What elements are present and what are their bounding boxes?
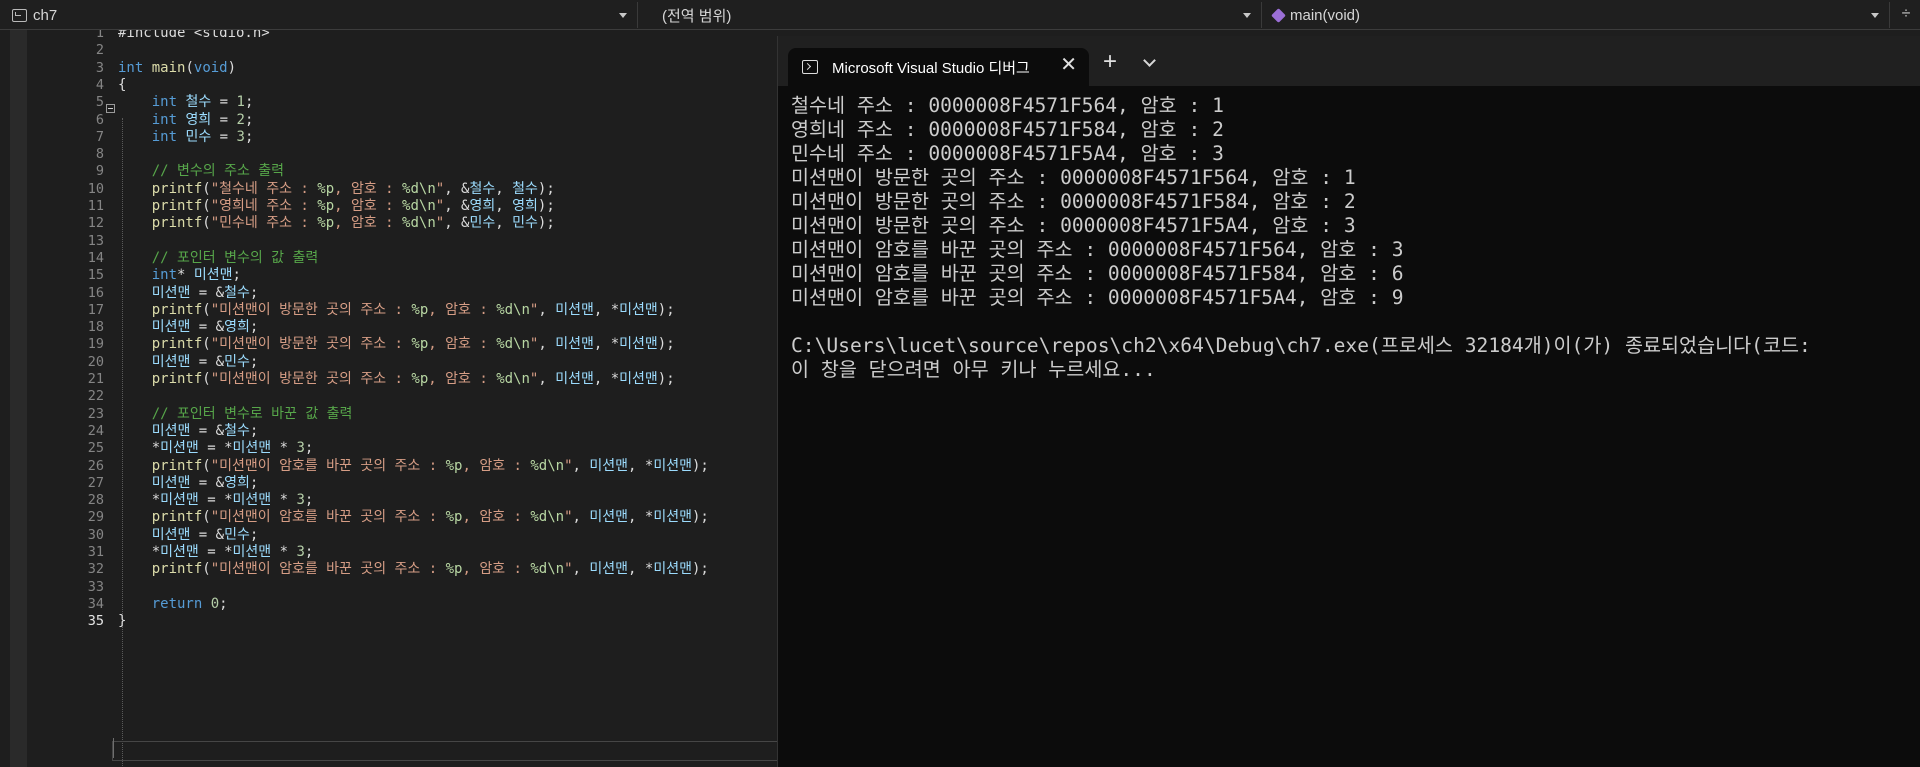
cube-icon [1271,7,1286,23]
terminal-icon [802,60,818,74]
console-line: C:\Users\lucet\source\repos\ch2\x64\Debu… [791,334,1811,357]
console-line: 미션맨이 암호를 바꾼 곳의 주소 : 0000008F4571F584, 암호… [791,262,1404,285]
new-tab-button[interactable]: + [1103,50,1117,74]
function-dropdown[interactable]: main(void) [1264,2,1890,28]
line-number: 35 [87,613,104,630]
project-icon [12,8,27,22]
debug-console-window[interactable]: Microsoft Visual Studio 디버그 ✕ + 철수네 주소 :… [777,36,1920,767]
code-editor[interactable]: 1 #include <stdio.h> 2 3 int main(void) 4{5 i… [0,30,790,767]
console-line: 철수네 주소 : 0000008F4571F564, 암호 : 1 [791,94,1224,117]
close-icon[interactable]: ✕ [1060,54,1077,76]
console-tab[interactable]: Microsoft Visual Studio 디버그 ✕ [788,48,1089,86]
console-line: 이 창을 닫으려면 아무 키나 누르세요... [791,358,1156,381]
function-label: main(void) [1290,6,1361,24]
console-line: 미션맨이 암호를 바꾼 곳의 주소 : 0000008F4571F5A4, 암호… [791,286,1404,309]
console-tab-title: Microsoft Visual Studio 디버그 [832,59,1030,77]
console-line: 민수네 주소 : 0000008F4571F5A4, 암호 : 3 [791,142,1224,165]
project-dropdown[interactable]: ch7 [0,2,638,28]
split-editor-icon[interactable]: ÷ [1898,6,1914,22]
console-output: 철수네 주소 : 0000008F4571F564, 암호 : 1 영희네 주소 … [791,94,1811,382]
console-line: 미션맨이 방문한 곳의 주소 : 0000008F4571F584, 암호 : … [791,190,1356,213]
chevron-down-icon [1871,13,1879,18]
console-tab-bar: Microsoft Visual Studio 디버그 ✕ + [778,36,1920,86]
project-name: ch7 [33,6,58,24]
console-line: 미션맨이 암호를 바꾼 곳의 주소 : 0000008F4571F564, 암호… [791,238,1404,261]
current-line-highlight [112,741,790,761]
console-line: 미션맨이 방문한 곳의 주소 : 0000008F4571F5A4, 암호 : … [791,214,1356,237]
scope-dropdown[interactable]: (전역 범위) [640,2,1262,28]
scope-label: (전역 범위) [662,7,732,25]
navigation-bar: ch7 (전역 범위) main(void) ÷ [0,0,1920,30]
code-line: 35} [0,611,790,633]
chevron-down-icon [1243,13,1251,18]
code-text: } [118,613,127,630]
console-line: 영희네 주소 : 0000008F4571F584, 암호 : 2 [791,118,1224,141]
chevron-down-icon [619,13,627,18]
scope-end-marker [113,738,124,758]
chevron-down-icon[interactable] [1143,54,1156,67]
console-line: 미션맨이 방문한 곳의 주소 : 0000008F4571F564, 암호 : … [791,166,1356,189]
